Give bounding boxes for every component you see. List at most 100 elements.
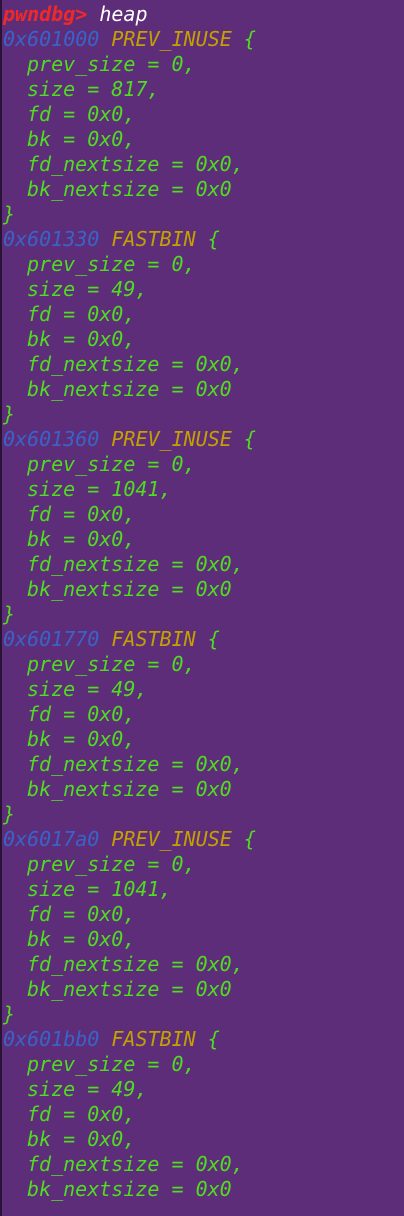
- chunk-address: 0x601770: [3, 627, 100, 651]
- chunk-field: fd_nextsize = 0x0,: [27, 1152, 244, 1176]
- close-brace: }: [3, 402, 16, 426]
- chunk-field-line: prev_size = 0,: [3, 452, 403, 477]
- chunk-field-line: size = 49,: [3, 1077, 403, 1102]
- chunk-field-line: size = 49,: [3, 277, 403, 302]
- chunk-field-line: size = 1041,: [3, 477, 403, 502]
- chunk-field: prev_size = 0,: [27, 52, 196, 76]
- chunk-field: fd_nextsize = 0x0,: [27, 152, 244, 176]
- chunk-field: fd = 0x0,: [27, 302, 136, 326]
- chunk-footer: }: [3, 202, 403, 227]
- chunk-header: 0x601bb0 FASTBIN {: [3, 1027, 403, 1052]
- prompt-label: pwndbg>: [3, 2, 88, 26]
- chunk-field-line: fd_nextsize = 0x0,: [3, 1152, 403, 1177]
- chunk-field: prev_size = 0,: [27, 1052, 196, 1076]
- chunk-field: bk_nextsize = 0x0: [27, 177, 232, 201]
- chunk-field: size = 49,: [27, 1077, 148, 1101]
- chunk-field-line: bk = 0x0,: [3, 927, 403, 952]
- chunk-field: prev_size = 0,: [27, 652, 196, 676]
- chunk-header: 0x601360 PREV_INUSE {: [3, 427, 403, 452]
- open-brace: {: [231, 27, 256, 51]
- close-brace: }: [3, 802, 16, 826]
- chunk-type: PREV_INUSE: [111, 827, 232, 851]
- chunk-field: fd_nextsize = 0x0,: [27, 752, 244, 776]
- chunk-footer: }: [3, 1002, 403, 1027]
- chunk-field-line: size = 1041,: [3, 877, 403, 902]
- terminal-output[interactable]: pwndbg> heap 0x601000 PREV_INUSE {prev_s…: [3, 2, 403, 1202]
- chunk-field: fd_nextsize = 0x0,: [27, 352, 244, 376]
- chunk-field-line: fd_nextsize = 0x0,: [3, 752, 403, 777]
- chunk-field: bk = 0x0,: [27, 927, 136, 951]
- chunk-address: 0x601bb0: [3, 1027, 100, 1051]
- chunk-field-line: fd = 0x0,: [3, 302, 403, 327]
- chunk-field: size = 49,: [27, 677, 148, 701]
- chunk-field: bk = 0x0,: [27, 527, 136, 551]
- chunk-field-line: bk = 0x0,: [3, 127, 403, 152]
- chunk-field-line: fd = 0x0,: [3, 502, 403, 527]
- command-text: heap: [87, 2, 148, 26]
- chunk-field-line: prev_size = 0,: [3, 52, 403, 77]
- chunk-field: fd = 0x0,: [27, 502, 136, 526]
- chunk-header: 0x6017a0 PREV_INUSE {: [3, 827, 403, 852]
- chunk-field-line: fd_nextsize = 0x0,: [3, 952, 403, 977]
- chunk-address: 0x601360: [3, 427, 100, 451]
- chunk-field: bk = 0x0,: [27, 1127, 136, 1151]
- chunk-field: bk_nextsize = 0x0: [27, 777, 232, 801]
- chunk-field: prev_size = 0,: [27, 252, 196, 276]
- open-brace: {: [231, 827, 256, 851]
- prompt-line: pwndbg> heap: [3, 2, 403, 27]
- terminal-left-edge: [0, 0, 2, 1216]
- close-brace: }: [3, 1002, 16, 1026]
- chunk-field-line: prev_size = 0,: [3, 652, 403, 677]
- chunk-field-line: bk_nextsize = 0x0: [3, 777, 403, 802]
- chunk-field: size = 49,: [27, 277, 148, 301]
- chunk-type: FASTBIN: [111, 627, 196, 651]
- chunk-field: fd_nextsize = 0x0,: [27, 952, 244, 976]
- chunk-field: prev_size = 0,: [27, 852, 196, 876]
- close-brace: }: [3, 602, 16, 626]
- chunk-field: fd = 0x0,: [27, 102, 136, 126]
- chunk-footer: }: [3, 602, 403, 627]
- chunk-field-line: fd = 0x0,: [3, 702, 403, 727]
- chunk-field: bk_nextsize = 0x0: [27, 377, 232, 401]
- chunk-field: fd = 0x0,: [27, 702, 136, 726]
- chunk-address: 0x601330: [3, 227, 100, 251]
- chunk-field-line: fd_nextsize = 0x0,: [3, 352, 403, 377]
- chunk-field: bk = 0x0,: [27, 127, 136, 151]
- heap-chunk-list: 0x601000 PREV_INUSE {prev_size = 0, size …: [3, 27, 403, 1202]
- chunk-field-line: fd = 0x0,: [3, 902, 403, 927]
- chunk-field: bk = 0x0,: [27, 327, 136, 351]
- chunk-type: FASTBIN: [111, 227, 196, 251]
- chunk-field: fd = 0x0,: [27, 1102, 136, 1126]
- chunk-field: size = 1041,: [27, 877, 172, 901]
- open-brace: {: [195, 227, 220, 251]
- chunk-field: fd = 0x0,: [27, 902, 136, 926]
- chunk-field-line: fd_nextsize = 0x0,: [3, 152, 403, 177]
- chunk-type: PREV_INUSE: [111, 27, 232, 51]
- chunk-field-line: bk = 0x0,: [3, 327, 403, 352]
- chunk-field-line: bk = 0x0,: [3, 1127, 403, 1152]
- chunk-field: size = 1041,: [27, 477, 172, 501]
- chunk-address: 0x6017a0: [3, 827, 100, 851]
- close-brace: }: [3, 202, 16, 226]
- chunk-field-line: fd_nextsize = 0x0,: [3, 552, 403, 577]
- chunk-field-line: bk_nextsize = 0x0: [3, 377, 403, 402]
- chunk-field: size = 817,: [27, 77, 160, 101]
- chunk-field: prev_size = 0,: [27, 452, 196, 476]
- chunk-footer: }: [3, 802, 403, 827]
- chunk-field-line: bk_nextsize = 0x0: [3, 577, 403, 602]
- chunk-field-line: fd = 0x0,: [3, 102, 403, 127]
- chunk-field-line: bk = 0x0,: [3, 727, 403, 752]
- chunk-field-line: size = 817,: [3, 77, 403, 102]
- chunk-type: PREV_INUSE: [111, 427, 232, 451]
- chunk-field: bk_nextsize = 0x0: [27, 977, 232, 1001]
- chunk-field-line: bk_nextsize = 0x0: [3, 177, 403, 202]
- chunk-field: fd_nextsize = 0x0,: [27, 552, 244, 576]
- open-brace: {: [195, 627, 220, 651]
- chunk-field: bk_nextsize = 0x0: [27, 577, 232, 601]
- chunk-footer: }: [3, 402, 403, 427]
- open-brace: {: [231, 427, 256, 451]
- chunk-type: FASTBIN: [111, 1027, 196, 1051]
- chunk-field-line: bk_nextsize = 0x0: [3, 977, 403, 1002]
- open-brace: {: [195, 1027, 220, 1051]
- chunk-field: bk = 0x0,: [27, 727, 136, 751]
